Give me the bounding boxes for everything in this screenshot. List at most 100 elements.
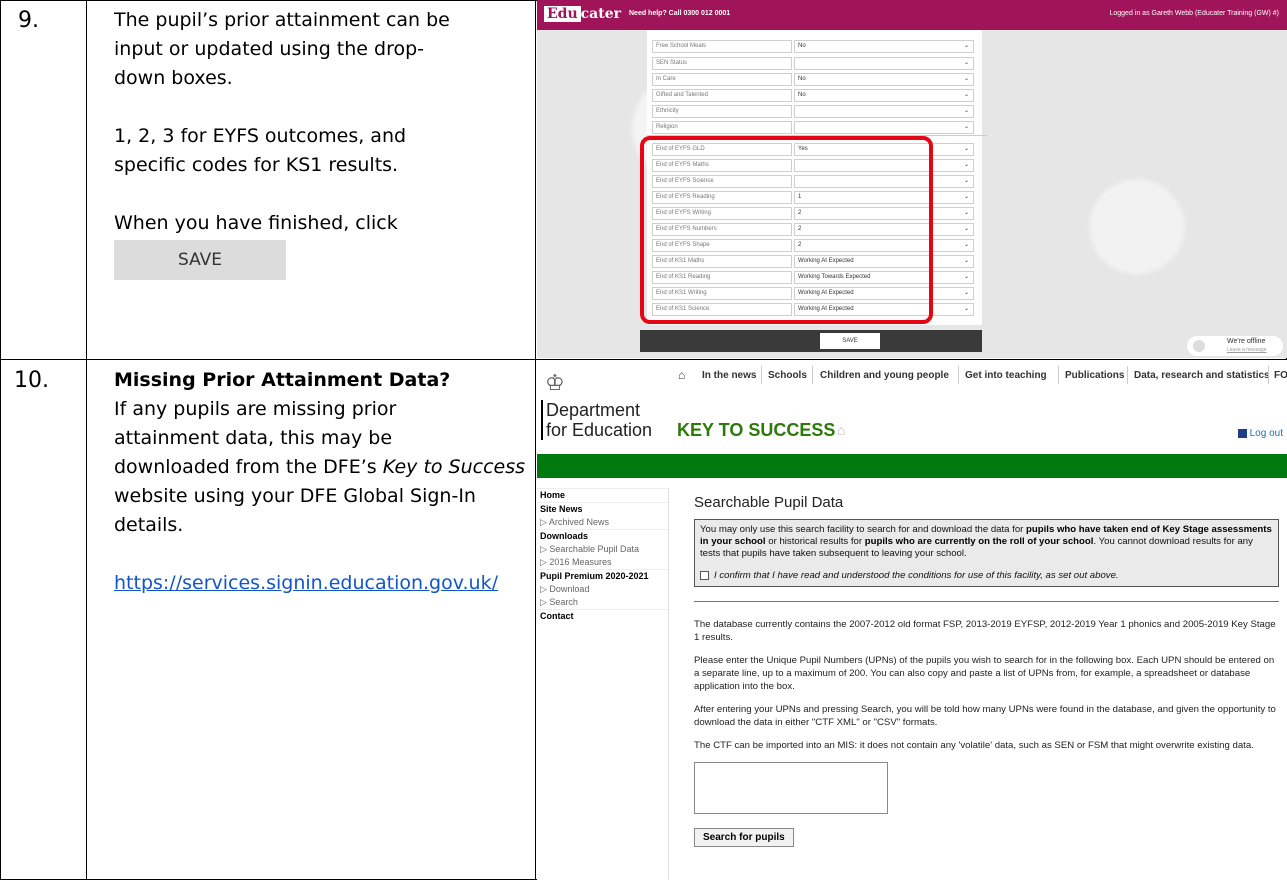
educater-header: Edu cater Need help? Call 0300 012 0001 L… (537, 0, 1287, 30)
chat-offline-label: We're offline (1227, 338, 1266, 345)
chevron-down-icon: ⌄ (963, 226, 969, 232)
step-9-line-1: The pupil’s prior attainment can be (114, 9, 450, 31)
step-9-line-2: input or updated using the drop- (114, 38, 425, 60)
step-10-body-rest: website using your DFE Global Sign-In de… (114, 485, 476, 536)
chevron-down-icon: ⌄ (963, 290, 969, 296)
form-row-dropdown[interactable]: ⌄ (794, 121, 974, 134)
form-row-dropdown[interactable]: No ⌄ (794, 73, 974, 86)
form-row: Gifted and Talented No ⌄ (647, 89, 982, 103)
step-9-finish-text: When you have finished, click (114, 212, 398, 234)
highlight-box (640, 136, 933, 324)
form-row-dropdown[interactable]: ⌄ (794, 57, 974, 70)
sidebar-item[interactable]: Downloads (537, 529, 668, 543)
logged-in-user[interactable]: Logged in as Gareth Webb (Educater Train… (1109, 10, 1279, 17)
save-button[interactable]: SAVE (820, 333, 880, 349)
form-row-dropdown[interactable]: No ⌄ (794, 40, 974, 53)
sidebar-item[interactable]: ▷ Search (537, 596, 668, 609)
step-number-9: 9. (18, 8, 39, 33)
main-content: Searchable Pupil Data You may only use t… (694, 494, 1279, 847)
step-10-text: Missing Prior Attainment Data? If any pu… (114, 366, 526, 598)
sidebar-item[interactable]: Pupil Premium 2020-2021 (537, 569, 668, 583)
dept-line-2: for Education (546, 420, 653, 440)
step-10-body-2: attainment data, this may be (114, 427, 393, 449)
table-left-border (0, 0, 1, 880)
divider (694, 601, 1279, 602)
educater-logo: Edu cater (544, 6, 621, 22)
educater-screenshot: Edu cater Need help? Call 0300 012 0001 L… (537, 0, 1287, 358)
form-row: Ethnicity ⌄ (647, 105, 982, 119)
table-col-divider-2 (535, 0, 536, 880)
upn-textarea[interactable] (694, 762, 888, 814)
confirm-row: I confirm that I have read and understoo… (700, 570, 1273, 582)
step-10-body-1: If any pupils are missing prior (114, 398, 397, 420)
step-9-text: The pupil’s prior attainment can be inpu… (114, 6, 524, 280)
chat-offline-widget[interactable]: We're offline Leave a message (1187, 336, 1283, 356)
nav-teaching[interactable]: Get into teaching (965, 370, 1047, 381)
form-row-label: In Care (652, 73, 792, 86)
form-row-label: Ethnicity (652, 105, 792, 118)
site-title: KEY TO SUCCESS (677, 420, 836, 440)
step-9-outcomes-line-1: 1, 2, 3 for EYFS outcomes, and (114, 125, 407, 147)
info-paragraph-2: Please enter the Unique Pupil Numbers (U… (694, 655, 1275, 692)
nav-data[interactable]: Data, research and statistics (1134, 370, 1270, 381)
chevron-down-icon: ⌄ (963, 194, 969, 200)
sidebar-item[interactable]: ▷ Archived News (537, 516, 668, 529)
logout-link[interactable]: Log out (1237, 428, 1283, 439)
nav-children[interactable]: Children and young people (820, 370, 949, 381)
sidebar-item[interactable]: ▷ 2016 Measures (537, 556, 668, 569)
step-10-italic: Key to Success (382, 456, 526, 478)
chevron-down-icon: ⌄ (963, 146, 969, 152)
form-row-label: Religion (652, 121, 792, 134)
chevron-down-icon: ⌄ (963, 274, 969, 280)
sidebar: Home Site News ▷ Archived News Downloads ▷ S… (537, 488, 669, 880)
step-10-body-3: downloaded from the DFE’s (114, 456, 383, 478)
nav-foi[interactable]: FOI (1274, 370, 1287, 381)
chevron-down-icon: ⌄ (963, 108, 969, 114)
form-row: Religion ⌄ (647, 121, 982, 135)
chevron-down-icon: ⌄ (963, 124, 969, 130)
chevron-down-icon: ⌄ (963, 43, 969, 49)
sidebar-item[interactable]: Home (537, 488, 668, 502)
dept-line-1: Department (546, 400, 641, 420)
form-row: In Care No ⌄ (647, 73, 982, 87)
info-paragraph-1: The database currently contains the 2007… (694, 619, 1276, 643)
logout-icon (1237, 428, 1247, 438)
form-row-dropdown[interactable]: ⌄ (794, 105, 974, 118)
royal-crest-icon: ♔ (545, 370, 565, 395)
chevron-down-icon: ⌄ (963, 60, 969, 66)
info-paragraph-3: After entering your UPNs and pressing Se… (694, 704, 1276, 728)
chevron-down-icon: ⌄ (963, 258, 969, 264)
sidebar-item[interactable]: ▷ Searchable Pupil Data (537, 543, 668, 556)
page-title: Searchable Pupil Data (694, 494, 844, 511)
save-bar (640, 330, 982, 352)
dropdown-value: No (798, 43, 806, 49)
chevron-down-icon: ⌄ (963, 210, 969, 216)
form-row-label: SEN Status (652, 57, 792, 70)
form-row-dropdown[interactable]: No ⌄ (794, 89, 974, 102)
info-paragraph-4: The CTF can be imported into an MIS: it … (694, 740, 1254, 751)
step-9-line-3: down boxes. (114, 67, 233, 89)
chat-offline-sub[interactable]: Leave a message (1227, 347, 1266, 353)
nav-publications[interactable]: Publications (1065, 370, 1124, 381)
search-for-pupils-button[interactable]: Search for pupils (694, 828, 794, 847)
helpline-text: Need help? Call 0300 012 0001 (629, 10, 731, 17)
sidebar-item[interactable]: Contact (537, 609, 668, 623)
dropdown-value: No (798, 76, 806, 82)
confirm-label: I confirm that I have read and understoo… (714, 570, 1119, 581)
form-row: Free School Meals No ⌄ (647, 40, 982, 54)
chevron-down-icon: ⌄ (963, 162, 969, 168)
confirm-checkbox[interactable] (700, 570, 709, 580)
sidebar-item[interactable]: ▷ Download (537, 583, 668, 596)
green-banner (537, 454, 1287, 478)
chevron-down-icon: ⌄ (963, 242, 969, 248)
home-icon[interactable]: ⌂ (678, 368, 685, 382)
nav-in-the-news[interactable]: In the news (702, 370, 756, 381)
signin-link[interactable]: https://services.signin.education.gov.uk… (114, 572, 498, 594)
dfe-screenshot: ⌂ In the news Schools Children and young… (537, 360, 1287, 880)
chevron-down-icon: ⌄ (963, 76, 969, 82)
dropdown-value: No (798, 92, 806, 98)
step-10-heading: Missing Prior Attainment Data? (114, 369, 451, 391)
house-icon[interactable]: ⌂ (837, 422, 845, 438)
nav-schools[interactable]: Schools (768, 370, 807, 381)
sidebar-item[interactable]: Site News (537, 502, 668, 516)
